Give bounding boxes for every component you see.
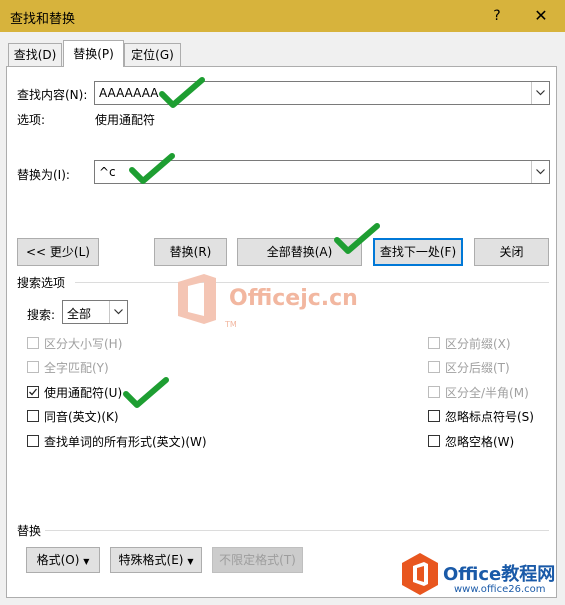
green-check-annotation-icon — [159, 77, 205, 109]
checkbox-sounds-like[interactable] — [27, 410, 39, 422]
checkbox-match-suffix[interactable] — [428, 361, 440, 373]
divider — [45, 530, 549, 531]
search-options-title: 搜索选项 — [17, 276, 66, 290]
match-case-label: 区分大小写(H) — [44, 337, 123, 351]
search-direction-select[interactable]: 全部 — [62, 300, 128, 324]
chevron-down-icon — [536, 169, 545, 175]
match-suffix-label: 区分后缀(T) — [445, 361, 510, 375]
checkbox-ignore-punctuation[interactable] — [428, 410, 440, 422]
tab-find[interactable]: 查找(D) — [8, 43, 62, 66]
checkbox-use-wildcards[interactable] — [27, 386, 39, 398]
replace-label: 替换为(I): — [17, 168, 70, 182]
sounds-like-label: 同音(英文)(K) — [44, 410, 119, 424]
close-button[interactable]: 关闭 — [474, 238, 549, 266]
ignore-space-label: 忽略空格(W) — [445, 435, 515, 449]
replace-dropdown-arrow[interactable] — [531, 161, 549, 183]
watermark-text: Officejc.cn — [229, 286, 358, 311]
find-dropdown-arrow[interactable] — [531, 82, 549, 104]
check-icon — [29, 388, 38, 396]
office-logo-watermark-icon — [172, 272, 220, 326]
search-direction-value: 全部 — [67, 307, 92, 321]
special-format-button[interactable]: 特殊格式(E) ▼ — [110, 547, 202, 573]
whole-word-label: 全字匹配(Y) — [44, 361, 109, 375]
corner-watermark-url: www.office26.com — [454, 584, 546, 595]
replace-panel: 查找内容(N): AAAAAAA 选项: 使用通配符 替换为(I): ^c <<… — [6, 66, 557, 598]
green-check-annotation-icon — [123, 377, 169, 409]
options-value: 使用通配符 — [95, 113, 156, 127]
chevron-down-icon — [114, 309, 123, 315]
options-label: 选项: — [17, 113, 46, 127]
tab-replace[interactable]: 替换(P) — [63, 40, 124, 67]
match-width-label: 区分全/半角(M) — [445, 386, 529, 400]
window-title: 查找和替换 — [10, 12, 76, 27]
triangle-down-icon: ▼ — [83, 557, 90, 566]
replace-section-title: 替换 — [17, 524, 42, 538]
checkbox-match-width[interactable] — [428, 386, 440, 398]
no-formatting-button[interactable]: 不限定格式(T) — [212, 547, 303, 573]
search-direction-label: 搜索: — [27, 308, 56, 322]
all-word-forms-label: 查找单词的所有形式(英文)(W) — [44, 435, 207, 449]
match-prefix-label: 区分前缀(X) — [445, 337, 511, 351]
use-wildcards-label: 使用通配符(U) — [44, 386, 123, 400]
format-button[interactable]: 格式(O) ▼ — [26, 547, 100, 573]
checkbox-whole-word[interactable] — [27, 361, 39, 373]
checkbox-all-word-forms[interactable] — [27, 435, 39, 447]
find-next-button[interactable]: 查找下一处(F) — [373, 238, 463, 266]
close-window-button[interactable]: ✕ — [530, 5, 552, 27]
title-bar — [0, 0, 565, 32]
office-logo-icon — [400, 552, 440, 596]
format-button-label: 格式(O) — [36, 553, 80, 567]
help-button[interactable]: ? — [487, 5, 507, 27]
green-check-annotation-icon — [334, 223, 380, 255]
checkbox-match-prefix[interactable] — [428, 337, 440, 349]
special-format-button-label: 特殊格式(E) — [118, 553, 184, 567]
find-input-value: AAAAAAA — [99, 86, 159, 100]
checkbox-ignore-space[interactable] — [428, 435, 440, 447]
tab-goto[interactable]: 定位(G) — [124, 43, 181, 66]
search-direction-arrow[interactable] — [109, 301, 127, 323]
chevron-down-icon — [536, 90, 545, 96]
corner-watermark-title: Office教程网 — [443, 564, 556, 585]
replace-button[interactable]: 替换(R) — [154, 238, 227, 266]
ignore-punctuation-label: 忽略标点符号(S) — [445, 410, 534, 424]
less-button[interactable]: << 更少(L) — [17, 238, 99, 266]
checkbox-match-case[interactable] — [27, 337, 39, 349]
trademark-mark: TM — [225, 320, 237, 329]
find-label: 查找内容(N): — [17, 88, 88, 102]
green-check-annotation-icon — [129, 153, 175, 185]
triangle-down-icon: ▼ — [187, 557, 194, 566]
divider — [75, 282, 549, 283]
replace-input-value: ^c — [99, 165, 116, 179]
